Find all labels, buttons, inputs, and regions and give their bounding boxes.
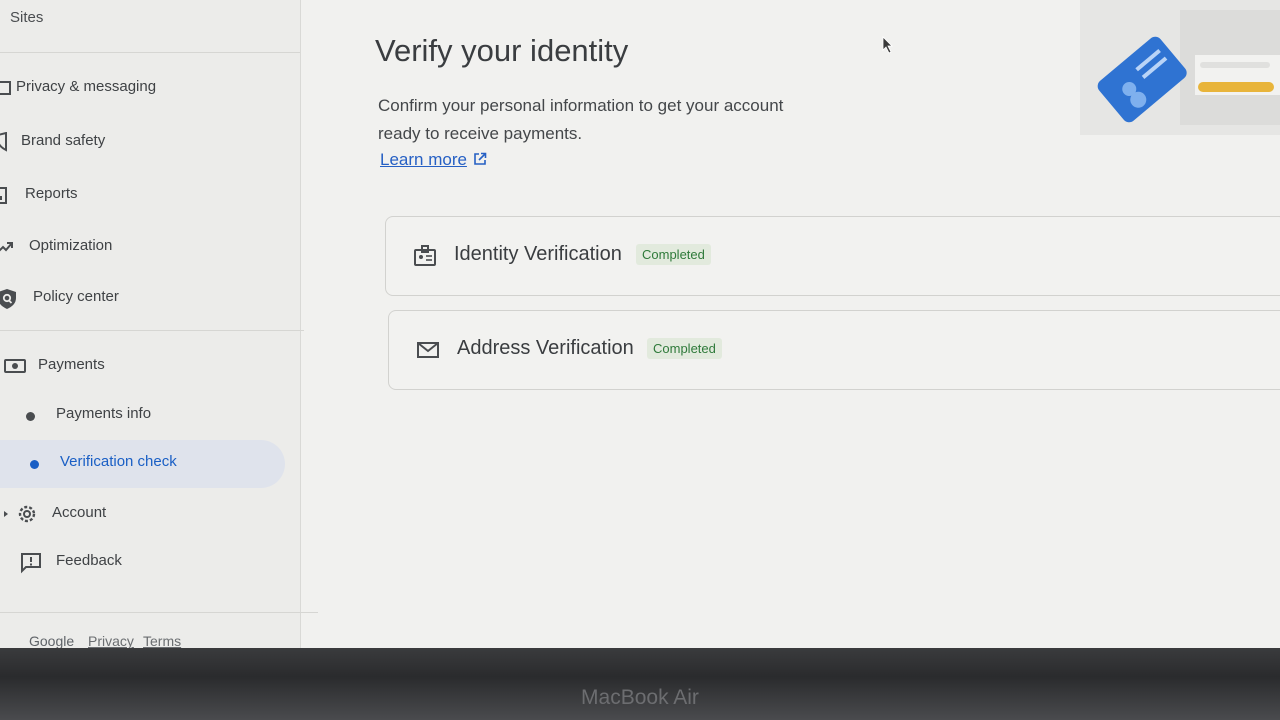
card-title: Address Verification [457, 337, 634, 359]
sidebar-item-privacy-messaging[interactable]: Privacy & messaging [0, 68, 290, 108]
sidebar-item-optimization[interactable]: Optimization [0, 227, 290, 267]
sidebar: Sites Privacy & messaging Brand safety R… [0, 0, 318, 660]
sidebar-item-label: Brand safety [21, 132, 106, 149]
sidebar-item-reports[interactable]: Reports [0, 175, 290, 215]
sidebar-item-label: Payments [38, 356, 105, 373]
chevron-right-icon [2, 504, 10, 524]
shield-icon [0, 131, 16, 152]
sidebar-item-feedback[interactable]: Feedback [0, 542, 290, 582]
sidebar-item-account[interactable]: Account [0, 494, 290, 534]
sidebar-item-label: Policy center [33, 288, 119, 305]
sidebar-subitem-verification-check[interactable]: Verification check [0, 440, 285, 488]
sidebar-subitem-label: Verification check [60, 453, 177, 470]
sidebar-subitem-label: Payments info [56, 405, 152, 422]
screen: Sites Privacy & messaging Brand safety R… [0, 0, 1280, 660]
status-badge: Completed [636, 244, 711, 265]
address-verification-card[interactable]: Address Verification Completed [388, 310, 1280, 390]
learn-more-link[interactable]: Learn more [380, 150, 487, 170]
sidebar-item-payments[interactable]: Payments [0, 346, 290, 386]
policy-search-icon [0, 288, 16, 309]
sidebar-item-label: Reports [25, 185, 78, 202]
sidebar-item-label: Feedback [56, 552, 122, 569]
sidebar-item-label: Account [52, 504, 107, 521]
sidebar-item-label: Optimization [29, 237, 113, 254]
privacy-link[interactable]: Privacy [88, 633, 134, 649]
sidebar-item-policy-center[interactable]: Policy center [0, 278, 290, 318]
sidebar-item-brand-safety[interactable]: Brand safety [0, 122, 290, 162]
main-content: Verify your identity Confirm your person… [300, 0, 1280, 660]
feedback-icon [20, 552, 42, 574]
mouse-cursor-icon [882, 36, 894, 59]
sidebar-item-sites[interactable]: Sites [0, 0, 300, 53]
payments-icon [4, 356, 28, 376]
identity-verification-card[interactable]: Identity Verification Completed [385, 216, 1280, 296]
terms-link[interactable]: Terms [143, 633, 181, 649]
page-title: Verify your identity [375, 32, 629, 68]
sidebar-item-label: Sites [10, 9, 44, 26]
id-badge-icon [414, 245, 436, 267]
sidebar-item-label: Privacy & messaging [16, 78, 157, 95]
verification-illustration [1080, 0, 1280, 135]
sidebar-divider [0, 330, 304, 331]
external-link-icon [473, 151, 487, 165]
status-badge: Completed [647, 338, 722, 359]
learn-more-label: Learn more [380, 150, 467, 169]
bullet-dot-icon [26, 412, 35, 421]
mail-icon [417, 339, 439, 361]
page-description: Confirm your personal information to get… [378, 96, 784, 143]
reports-icon [0, 185, 16, 205]
trending-up-icon [0, 237, 16, 257]
device-label: MacBook Air [581, 686, 699, 709]
card-title: Identity Verification [454, 243, 622, 265]
google-label: Google [29, 633, 75, 649]
sidebar-subitem-payments-info[interactable]: Payments info [0, 392, 280, 440]
bullet-dot-icon [30, 460, 39, 469]
privacy-icon [0, 78, 16, 98]
gear-icon [16, 503, 38, 523]
